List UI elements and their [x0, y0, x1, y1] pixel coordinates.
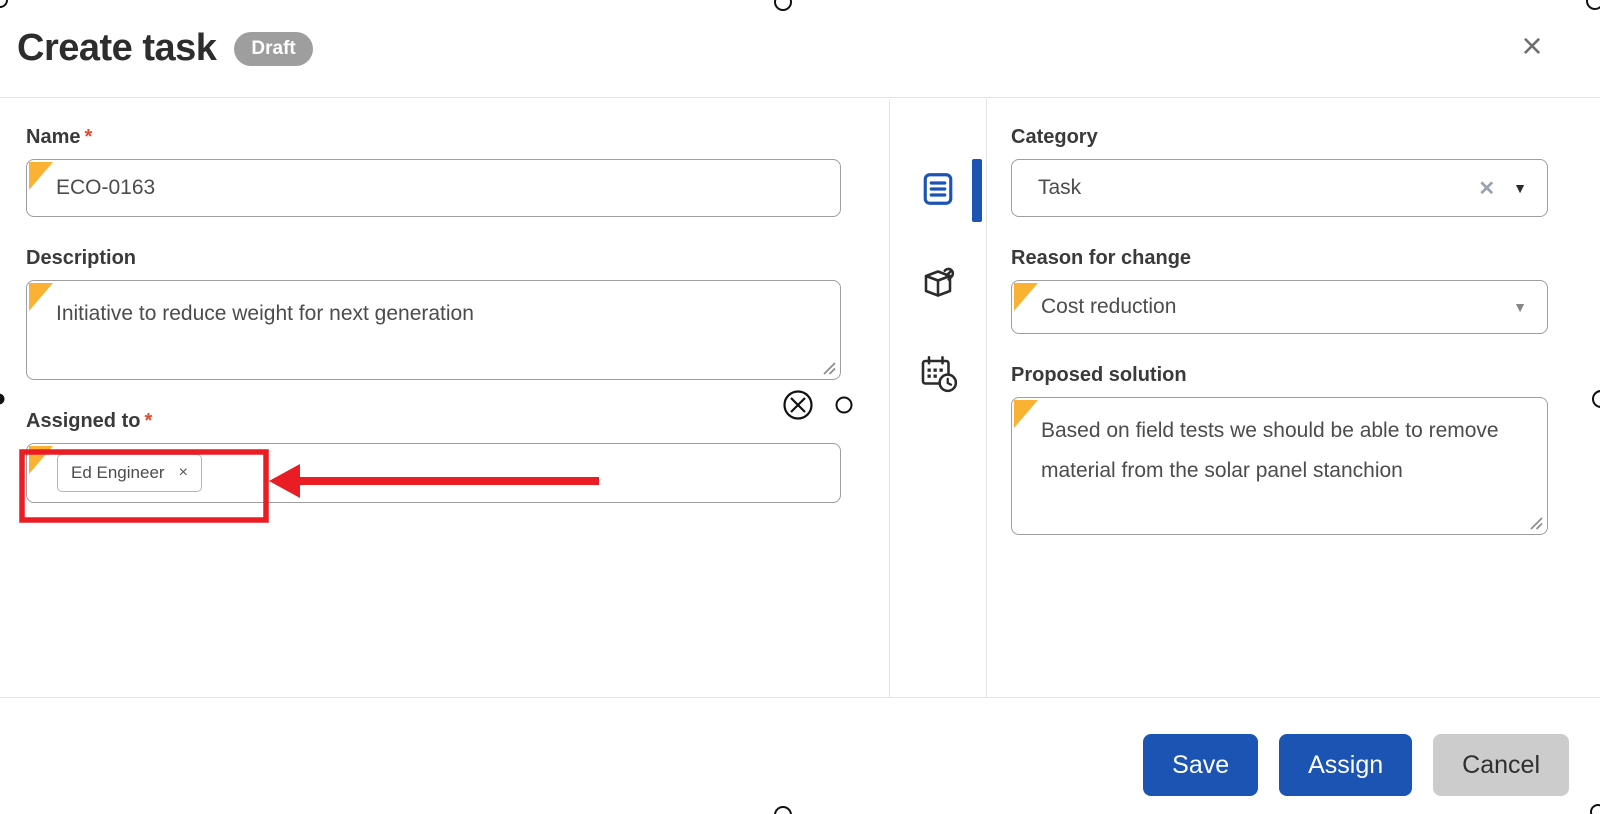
- category-select-icons: ✕ ▼: [1478, 176, 1547, 201]
- right-form-panel: Category Task ✕ ▼ Reason for change Cost…: [987, 99, 1600, 697]
- description-field-group: Description Initiative to reduce weight …: [26, 247, 841, 380]
- dialog-header: Create task Draft: [0, 0, 1600, 98]
- name-field-group: Name* ECO-0163: [26, 126, 841, 217]
- name-label-text: Name: [26, 126, 80, 148]
- name-input[interactable]: ECO-0163: [26, 159, 841, 217]
- chip-remove-icon[interactable]: ×: [179, 464, 188, 482]
- close-icon[interactable]: ×: [1514, 28, 1550, 64]
- save-button[interactable]: Save: [1143, 734, 1258, 796]
- resize-handle-icon[interactable]: [1530, 517, 1543, 530]
- chevron-down-icon[interactable]: ▼: [1513, 180, 1527, 196]
- form-tab[interactable]: [890, 171, 986, 207]
- category-field-group: Category Task ✕ ▼: [1011, 126, 1548, 217]
- item-link-icon: [917, 261, 959, 303]
- assigned-to-input[interactable]: Ed Engineer ×: [26, 443, 841, 503]
- category-select[interactable]: Task ✕ ▼: [1011, 159, 1548, 217]
- reason-select-icons: ▼: [1513, 299, 1547, 315]
- chevron-down-icon[interactable]: ▼: [1513, 299, 1527, 315]
- status-badge: Draft: [234, 32, 312, 66]
- assigned-to-label: Assigned to*: [26, 410, 841, 433]
- dialog-body: Name* ECO-0163 Description Initiative to…: [0, 99, 1600, 698]
- assign-button[interactable]: Assign: [1279, 734, 1412, 796]
- reason-select[interactable]: Cost reduction ▼: [1011, 280, 1548, 334]
- reason-field-group: Reason for change Cost reduction ▼: [1011, 247, 1548, 334]
- assignee-chip-label: Ed Engineer: [71, 463, 165, 483]
- required-asterisk: *: [84, 126, 92, 148]
- left-form-panel: Name* ECO-0163 Description Initiative to…: [0, 99, 890, 697]
- resize-handle-icon[interactable]: [823, 362, 836, 375]
- required-asterisk: *: [144, 410, 152, 432]
- proposed-solution-value: Based on field tests we should be able t…: [1012, 398, 1547, 491]
- description-value: Initiative to reduce weight for next gen…: [27, 281, 494, 334]
- assigned-to-label-text: Assigned to: [26, 410, 140, 432]
- clear-selection-icon[interactable]: ✕: [1478, 176, 1495, 201]
- cancel-button[interactable]: Cancel: [1433, 734, 1569, 796]
- proposed-solution-field-group: Proposed solution Based on field tests w…: [1011, 364, 1548, 535]
- form-icon: [920, 171, 956, 207]
- description-textarea[interactable]: Initiative to reduce weight for next gen…: [26, 280, 841, 380]
- reason-label: Reason for change: [1011, 247, 1548, 270]
- assignee-chip[interactable]: Ed Engineer ×: [57, 454, 202, 492]
- side-tab-strip: [890, 99, 987, 697]
- category-value: Task: [1012, 176, 1081, 200]
- dialog-footer: Save Assign Cancel: [1143, 734, 1569, 796]
- schedule-tab[interactable]: [890, 352, 986, 394]
- name-label: Name*: [26, 126, 841, 149]
- description-label: Description: [26, 247, 841, 270]
- assigned-to-field-group: Assigned to* Ed Engineer ×: [26, 410, 841, 503]
- calendar-clock-icon: [917, 352, 959, 394]
- category-label: Category: [1011, 126, 1548, 149]
- proposed-solution-label: Proposed solution: [1011, 364, 1548, 387]
- name-value: ECO-0163: [27, 176, 155, 200]
- page-title: Create task: [17, 27, 216, 70]
- reason-value: Cost reduction: [1012, 295, 1176, 319]
- proposed-solution-textarea[interactable]: Based on field tests we should be able t…: [1011, 397, 1548, 535]
- item-link-tab[interactable]: [890, 261, 986, 303]
